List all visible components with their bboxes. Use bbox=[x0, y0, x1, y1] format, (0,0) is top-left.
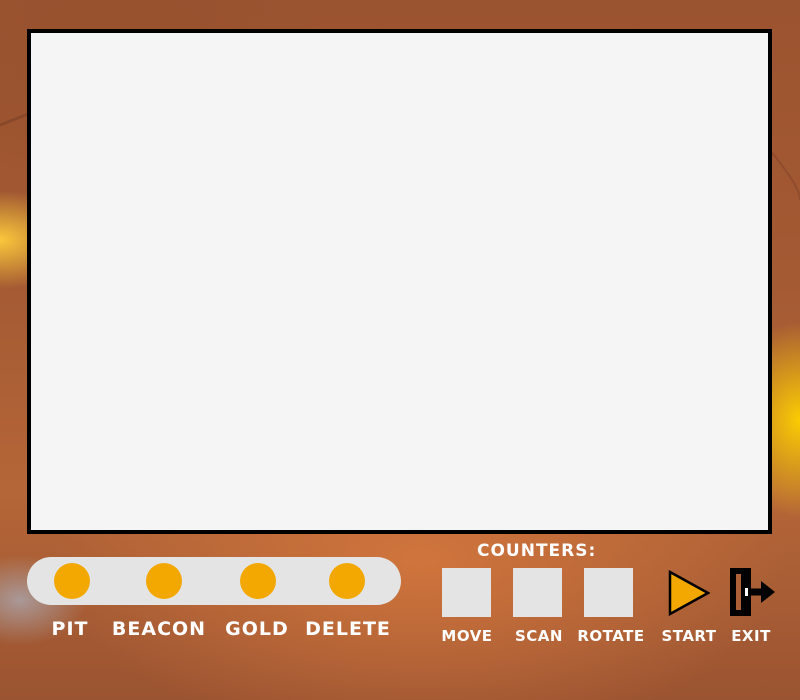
rotate-label: ROTATE bbox=[577, 627, 645, 645]
exit-button[interactable] bbox=[729, 567, 779, 617]
counters-title: COUNTERS: bbox=[477, 541, 597, 561]
delete-label: DELETE bbox=[305, 618, 391, 640]
beacon-label: BEACON bbox=[111, 618, 207, 640]
pit-tool-button[interactable] bbox=[54, 563, 90, 599]
start-button[interactable] bbox=[668, 570, 710, 616]
exit-label: EXIT bbox=[731, 627, 771, 645]
game-board[interactable] bbox=[27, 29, 772, 534]
exit-door-icon bbox=[730, 568, 775, 616]
rotate-counter bbox=[584, 568, 633, 617]
scan-counter bbox=[513, 568, 562, 617]
play-triangle-icon bbox=[668, 570, 710, 616]
gold-tool-button[interactable] bbox=[240, 563, 276, 599]
beacon-tool-button[interactable] bbox=[146, 563, 182, 599]
delete-tool-button[interactable] bbox=[329, 563, 365, 599]
tile-palette bbox=[27, 557, 401, 605]
move-counter bbox=[442, 568, 491, 617]
